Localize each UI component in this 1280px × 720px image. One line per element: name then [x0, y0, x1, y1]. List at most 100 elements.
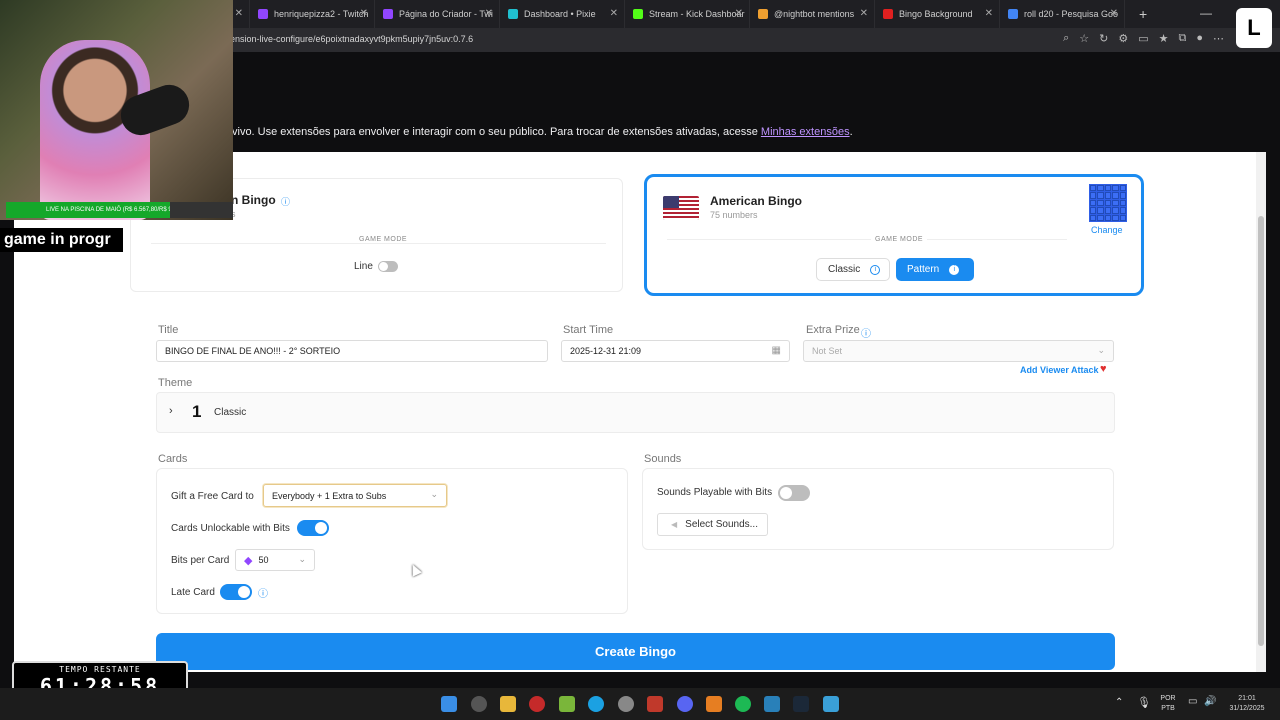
info-icon[interactable]: i — [949, 264, 960, 275]
tab-favicon-icon — [883, 9, 893, 19]
file-explorer-icon[interactable] — [500, 696, 516, 712]
refresh-icon[interactable]: ↻ — [1099, 32, 1108, 45]
theme-selector[interactable]: › 1 Classic — [156, 392, 1115, 433]
spotify-icon[interactable] — [735, 696, 751, 712]
classic-label: Classic — [828, 264, 861, 275]
bits-per-card-select[interactable]: ◆ 50 ⌄ — [235, 549, 315, 571]
browser-tab[interactable]: Dashboard • Pixie ✕ — [500, 0, 625, 28]
mode-subtitle: 75 numbers — [710, 210, 758, 220]
app-news-icon[interactable] — [647, 696, 663, 712]
close-tab-icon[interactable]: ✕ — [735, 8, 743, 19]
tab-favicon-icon — [383, 9, 393, 19]
microphone-tray-icon[interactable]: 🎙 — [1137, 696, 1151, 709]
change-pattern-link[interactable]: Change — [1091, 225, 1123, 235]
info-icon[interactable]: i — [870, 264, 881, 275]
title-label: Title — [158, 324, 179, 336]
collections-icon[interactable]: ⧉ — [1178, 32, 1186, 45]
zoom-icon[interactable]: ⌕ — [1063, 32, 1069, 45]
extra-prize-select[interactable]: Not Set ⌄ — [803, 340, 1114, 362]
split-screen-icon[interactable]: ▭ — [1138, 32, 1148, 45]
donation-progress-remaining — [170, 202, 233, 218]
more-menu-icon[interactable]: ⋯ — [1213, 32, 1224, 45]
title-input[interactable]: BINGO DE FINAL DE ANO!!! - 2° SORTEIO — [156, 340, 548, 362]
language-indicator[interactable]: POR PTB — [1156, 694, 1180, 714]
timer-label: TEMPO RESTANTE — [59, 665, 141, 674]
classic-mode-button[interactable]: Classic i — [816, 258, 890, 281]
pattern-label: Pattern — [907, 264, 940, 275]
theme-value: Classic — [214, 407, 247, 418]
task-view-icon[interactable] — [471, 696, 487, 712]
tab-label: @nightbot mentions — [774, 9, 855, 19]
discord-icon[interactable] — [677, 696, 693, 712]
edge-browser-icon[interactable] — [588, 696, 604, 712]
language-bottom: PTB — [1161, 705, 1175, 712]
tab-label: Bingo Background — [899, 9, 973, 19]
late-card-toggle[interactable] — [220, 584, 252, 600]
minimize-icon[interactable]: — — [1200, 6, 1212, 20]
network-icon[interactable]: ▭ — [1188, 696, 1197, 707]
browser-tab[interactable]: henriquepizza2 - Twitch ✕ — [250, 0, 375, 28]
bingo-pattern-grid-icon[interactable] — [1089, 184, 1127, 222]
sounds-playable-toggle[interactable] — [778, 485, 810, 501]
scrollbar-thumb[interactable] — [1258, 216, 1264, 646]
browser-tab[interactable]: Página do Criador - Twi ✕ — [375, 0, 500, 28]
info-icon[interactable]: ⓘ — [258, 585, 268, 600]
windows-start-icon[interactable] — [441, 696, 457, 712]
app-orange-icon[interactable] — [706, 696, 722, 712]
bits-per-card-label: Bits per Card — [171, 555, 230, 566]
my-extensions-link[interactable]: Minhas extensões — [761, 126, 850, 138]
volume-icon[interactable]: 🔊 — [1204, 696, 1216, 707]
stream-overlay-text: game in progr — [0, 228, 123, 252]
line-toggle[interactable] — [378, 261, 398, 272]
close-tab-icon[interactable]: ✕ — [235, 8, 243, 19]
pattern-mode-button[interactable]: Pattern i — [896, 258, 974, 281]
browser-tab[interactable]: @nightbot mentions ✕ — [750, 0, 875, 28]
close-tab-icon[interactable]: ✕ — [360, 8, 368, 19]
cards-section-label: Cards — [158, 453, 188, 465]
steam-icon[interactable] — [793, 696, 809, 712]
us-flag-icon — [663, 196, 699, 220]
photos-icon[interactable] — [764, 696, 780, 712]
browser-tab[interactable]: Stream - Kick Dashboar ✕ — [625, 0, 750, 28]
tab-label: Página do Criador - Twi — [399, 9, 493, 19]
cards-unlockable-label: Cards Unlockable with Bits — [171, 523, 290, 534]
chevron-down-icon: ⌄ — [298, 554, 306, 564]
notepad-icon[interactable] — [823, 696, 839, 712]
start-time-input[interactable]: 2025-12-31 21:09 ▦ — [561, 340, 790, 362]
windows-taskbar: ⌃ 🎙 POR PTB ▭ 🔊 21:01 31/12/2025 — [0, 688, 1280, 720]
extensions-icon[interactable]: ⚙ — [1118, 32, 1128, 45]
gift-card-select[interactable]: Everybody + 1 Extra to Subs ⌄ — [263, 484, 447, 507]
favorites-icon[interactable]: ★ — [1159, 32, 1169, 45]
chevron-up-icon[interactable]: ⌃ — [1115, 697, 1123, 708]
calendar-icon[interactable]: ▦ — [772, 345, 781, 356]
close-tab-icon[interactable]: ✕ — [485, 8, 493, 19]
favorite-star-icon[interactable]: ☆ — [1079, 32, 1089, 45]
cards-unlockable-toggle[interactable] — [297, 520, 329, 536]
extra-prize-label: Extra Prize — [806, 324, 860, 336]
browser-tab[interactable]: Bingo Background ✕ — [875, 0, 1000, 28]
app-red-icon[interactable] — [529, 696, 545, 712]
profile-icon[interactable]: ● — [1196, 32, 1203, 45]
close-tab-icon[interactable]: ✕ — [985, 8, 993, 19]
close-tab-icon[interactable]: ✕ — [1110, 8, 1118, 19]
clock[interactable]: 21:01 31/12/2025 — [1222, 694, 1272, 714]
webcam-overlay: LIVE NA PISCINA DE MAIÔ (R$ 6.567,80/R$ … — [0, 0, 233, 220]
browser-tab[interactable]: roll d20 - Pesquisa Goo ✕ — [1000, 0, 1125, 28]
close-tab-icon[interactable]: ✕ — [860, 8, 868, 19]
description-end: . — [849, 126, 853, 138]
chevron-right-icon[interactable]: › — [169, 405, 173, 417]
select-sounds-label: Select Sounds... — [685, 519, 758, 530]
scrollbar[interactable] — [1256, 152, 1266, 672]
bingo-mode-card-selected[interactable]: American Bingo 75 numbers Change GAME MO… — [644, 174, 1144, 296]
create-bingo-button[interactable]: Create Bingo — [156, 633, 1115, 670]
close-tab-icon[interactable]: ✕ — [610, 8, 618, 19]
info-icon[interactable]: ⓘ — [281, 195, 290, 208]
select-sounds-button[interactable]: ◀ Select Sounds... — [657, 513, 768, 536]
add-viewer-attack-link[interactable]: Add Viewer Attack — [1020, 365, 1099, 375]
app-green-icon[interactable] — [559, 696, 575, 712]
url-text[interactable]: ension-live-configure/e6poixtnadaxyvt9pk… — [230, 34, 473, 44]
sounds-settings-card: Sounds Playable with Bits ◀ Select Sound… — [642, 468, 1114, 550]
app-avatar-icon[interactable] — [618, 696, 634, 712]
new-tab-button[interactable]: + — [1139, 6, 1147, 22]
info-icon[interactable]: ⓘ — [861, 325, 871, 340]
